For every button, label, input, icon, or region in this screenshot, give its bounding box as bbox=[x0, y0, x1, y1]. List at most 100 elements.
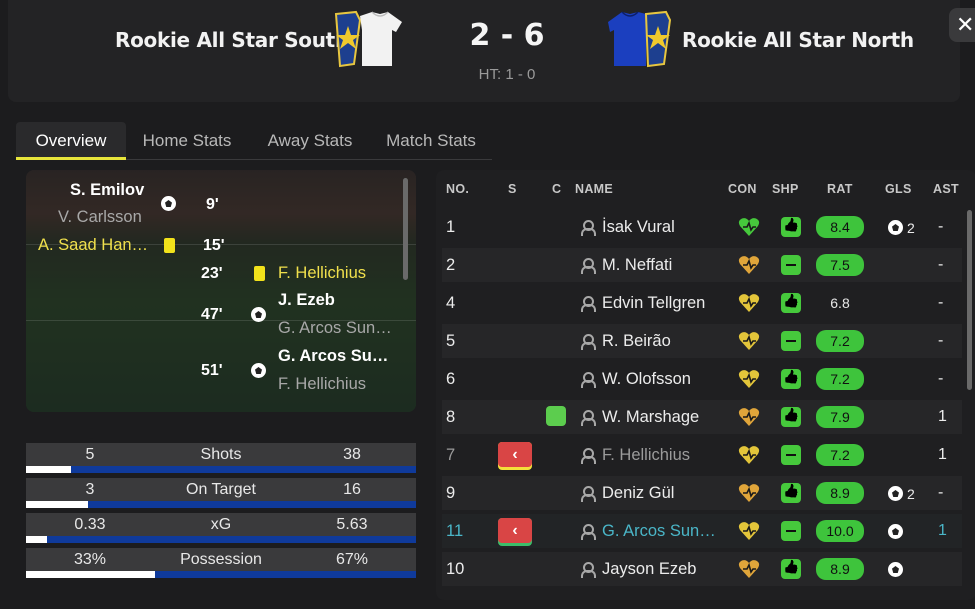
player-row[interactable]: 11 ‹ G. Arcos Sun… 10.0 1 bbox=[442, 514, 962, 548]
stat-home-value: 33% bbox=[73, 551, 107, 568]
assists: 1 bbox=[938, 408, 947, 425]
condition-heart-icon bbox=[738, 370, 760, 388]
player-number: 7 bbox=[446, 446, 456, 464]
stat-label: Shots bbox=[200, 446, 242, 463]
header-shp[interactable]: SHP bbox=[772, 182, 799, 196]
player-number: 11 bbox=[446, 522, 464, 540]
sharpness-flat-icon bbox=[781, 445, 801, 465]
player-number: 4 bbox=[446, 294, 456, 312]
assists: - bbox=[938, 370, 944, 387]
player-rating: 8.4 bbox=[816, 216, 864, 238]
goals-count: 2 bbox=[907, 486, 915, 502]
stat-row-xg: 0.33 xG 5.63 bbox=[26, 513, 416, 543]
goal-icon bbox=[161, 196, 176, 211]
player-name[interactable]: W. Olofsson bbox=[602, 370, 691, 389]
stat-row-on-target: 3 On Target 16 bbox=[26, 478, 416, 508]
condition-heart-icon bbox=[738, 332, 760, 350]
assists: - bbox=[938, 218, 944, 235]
home-team-name[interactable]: Rookie All Star South bbox=[115, 28, 349, 52]
player-name[interactable]: M. Neffati bbox=[602, 256, 672, 275]
player-number: 5 bbox=[446, 332, 456, 350]
stat-row-shots: 5 Shots 38 bbox=[26, 443, 416, 473]
event-player: S. Emilov bbox=[70, 181, 145, 199]
player-name[interactable]: İsak Vural bbox=[602, 218, 675, 237]
tab-away-stats[interactable]: Away Stats bbox=[256, 122, 364, 160]
stat-away-value: 67% bbox=[335, 551, 369, 568]
goals bbox=[888, 560, 907, 578]
event-minute: 9' bbox=[206, 196, 219, 213]
assists: 1 bbox=[938, 446, 947, 463]
goal-icon bbox=[888, 524, 903, 539]
player-row[interactable]: 2 M. Neffati 7.5 - bbox=[442, 248, 962, 282]
half-time-score: HT: 1 - 0 bbox=[478, 66, 536, 83]
stat-row-possession: 33% Possession 67% bbox=[26, 548, 416, 578]
event-minute: 47' bbox=[201, 306, 223, 323]
player-number: 6 bbox=[446, 370, 456, 388]
tab-match-stats[interactable]: Match Stats bbox=[376, 122, 486, 160]
player-row[interactable]: 4 Edvin Tellgren 6.8 - bbox=[442, 286, 962, 320]
player-name[interactable]: Jayson Ezeb bbox=[602, 560, 696, 579]
header-s[interactable]: S bbox=[508, 182, 517, 196]
yellow-card-icon bbox=[254, 266, 265, 281]
event-player: F. Hellichius bbox=[278, 264, 367, 282]
person-icon bbox=[580, 486, 596, 502]
condition-heart-icon bbox=[738, 218, 760, 236]
condition-heart-icon bbox=[738, 294, 760, 312]
stat-home-value: 3 bbox=[85, 481, 95, 498]
header-no[interactable]: NO. bbox=[446, 182, 469, 196]
tab-bar: Overview Home Stats Away Stats Match Sta… bbox=[16, 122, 492, 160]
stat-bar-home bbox=[26, 466, 72, 473]
player-row[interactable]: 5 R. Beirão 7.2 - bbox=[442, 324, 962, 358]
event-assist: G. Arcos Sun… bbox=[278, 319, 392, 337]
header-c[interactable]: C bbox=[552, 182, 561, 196]
player-rating: 6.8 bbox=[830, 295, 850, 311]
header-ast[interactable]: AST bbox=[933, 182, 959, 196]
header-con[interactable]: CON bbox=[728, 182, 757, 196]
tab-overview[interactable]: Overview bbox=[16, 122, 126, 160]
player-name[interactable]: Edvin Tellgren bbox=[602, 294, 705, 313]
player-table-scrollbar[interactable] bbox=[967, 210, 972, 390]
tab-home-stats[interactable]: Home Stats bbox=[131, 122, 243, 160]
timeline-scrollbar[interactable] bbox=[403, 178, 408, 280]
away-team-name[interactable]: Rookie All Star North bbox=[682, 28, 914, 52]
condition-heart-icon bbox=[738, 256, 760, 274]
player-name[interactable]: W. Marshage bbox=[602, 408, 699, 427]
event-minute: 15' bbox=[203, 237, 225, 254]
player-number: 2 bbox=[446, 256, 456, 274]
player-row[interactable]: 6 W. Olofsson 7.2 - bbox=[442, 362, 962, 396]
header-name[interactable]: NAME bbox=[575, 182, 613, 196]
event-assist: V. Carlsson bbox=[58, 208, 142, 226]
header-gls[interactable]: GLS bbox=[885, 182, 912, 196]
stat-away-value: 16 bbox=[343, 481, 361, 498]
player-name[interactable]: R. Beirão bbox=[602, 332, 671, 351]
player-row[interactable]: 9 Deniz Gül 8.9 2 - bbox=[442, 476, 962, 510]
condition-heart-icon bbox=[738, 522, 760, 540]
player-rating: 7.5 bbox=[816, 254, 864, 276]
goal-icon bbox=[251, 307, 266, 322]
player-row[interactable]: 7 ‹ F. Hellichius 7.2 1 bbox=[442, 438, 962, 472]
match-timeline[interactable]: S. Emilov V. Carlsson 9' A. Saad Han… 15… bbox=[26, 170, 416, 412]
stat-label: Possession bbox=[180, 551, 262, 568]
stat-home-value: 0.33 bbox=[74, 516, 106, 533]
player-name[interactable]: Deniz Gül bbox=[602, 484, 674, 503]
sharpness-flat-icon bbox=[781, 521, 801, 541]
player-name[interactable]: F. Hellichius bbox=[602, 446, 690, 465]
goal-icon bbox=[251, 363, 266, 378]
stat-bar-home bbox=[26, 501, 88, 508]
stat-away-value: 5.63 bbox=[336, 516, 368, 533]
player-row[interactable]: 1 İsak Vural 8.4 2 - bbox=[442, 210, 962, 244]
player-row[interactable]: 10 Jayson Ezeb 8.9 bbox=[442, 552, 962, 586]
sharpness-flat-icon bbox=[781, 255, 801, 275]
player-name[interactable]: G. Arcos Sun… bbox=[602, 522, 716, 541]
event-minute: 51' bbox=[201, 362, 223, 379]
stat-bar bbox=[26, 501, 416, 508]
event-player: J. Ezeb bbox=[278, 291, 335, 309]
player-rating: 8.9 bbox=[816, 482, 864, 504]
player-row[interactable]: 8 W. Marshage 7.9 1 bbox=[442, 400, 962, 434]
player-number: 1 bbox=[446, 218, 456, 236]
header-rat[interactable]: RAT bbox=[827, 182, 853, 196]
away-kit-icon bbox=[608, 10, 672, 68]
match-header: Rookie All Star South 2 - 6 HT: 1 - 0 Ro… bbox=[8, 0, 960, 102]
close-button[interactable]: ✕ bbox=[949, 8, 975, 42]
player-table: NO. S C NAME CON SHP RAT GLS AST 1 İsak V… bbox=[436, 170, 975, 600]
